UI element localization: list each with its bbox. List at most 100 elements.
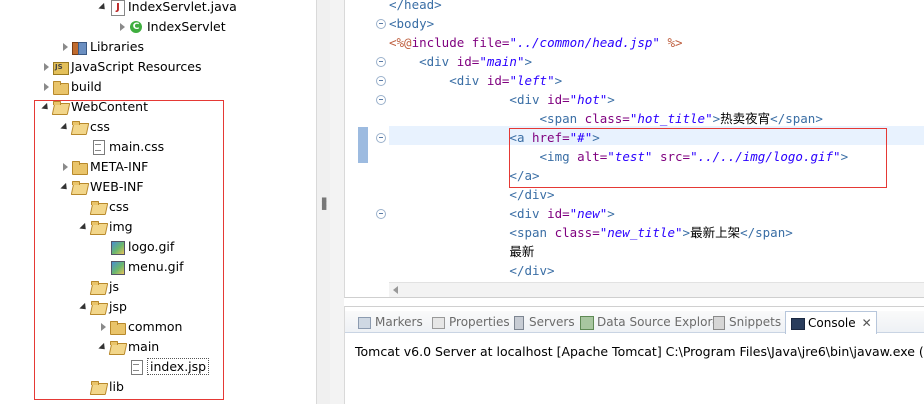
servers-icon	[511, 315, 525, 330]
code-line[interactable]: <div id="hot">	[389, 90, 615, 109]
code-token: class=	[584, 111, 630, 126]
change-marker	[358, 127, 368, 163]
code-token: >	[682, 225, 691, 240]
code-token: "hot_title"	[629, 111, 713, 126]
code-line[interactable]: <%@include file="../common/head.jsp" %>	[389, 33, 683, 52]
tree-item[interactable]: IndexServlet.java	[97, 0, 237, 17]
properties-icon	[431, 315, 445, 329]
tab-snippets[interactable]: Snippets	[711, 313, 781, 333]
tab-servers[interactable]: Servers	[511, 313, 575, 333]
library-icon	[71, 37, 87, 57]
code-token: >	[554, 73, 563, 88]
tab-label: Snippets	[729, 315, 782, 329]
tree-item[interactable]: build	[40, 77, 102, 97]
code-token: id=	[486, 73, 510, 88]
collapsed-twisty-icon[interactable]	[59, 37, 71, 57]
fold-toggle-icon[interactable]	[376, 19, 386, 29]
fold-toggle-icon[interactable]	[376, 133, 386, 143]
tab-label: Console	[808, 316, 856, 330]
code-token: <div	[449, 73, 487, 88]
tree-item-label: IndexServlet.java	[128, 0, 237, 14]
fold-toggle-icon[interactable]	[376, 95, 386, 105]
markers-icon	[357, 315, 371, 329]
tree-item[interactable]: IndexServlet	[116, 17, 226, 37]
collapsed-twisty-icon[interactable]	[116, 17, 128, 37]
tab-label: Properties	[449, 315, 510, 329]
code-token: <span	[539, 111, 585, 126]
tab-label: Markers	[375, 315, 423, 329]
folder-icon	[52, 77, 69, 97]
code-line[interactable]: 最新	[389, 242, 534, 261]
code-token: </div>	[509, 187, 555, 202]
view-tab-bar: Markers Properties Servers Data Source Expl…	[345, 311, 924, 334]
class-icon	[128, 17, 144, 37]
code-token: </div>	[509, 263, 555, 278]
horizontal-scrollbar[interactable]	[389, 282, 924, 297]
code-token: "left"	[509, 73, 555, 88]
expanded-twisty-icon[interactable]	[97, 0, 109, 17]
code-line[interactable]: <div id="new">	[389, 204, 614, 223]
code-token: "../common/head.jsp"	[509, 35, 660, 50]
code-token: "main"	[479, 54, 525, 69]
sash-grip-icon: ▪ ▪ ▪	[321, 195, 328, 213]
tab-console[interactable]: Console ✕	[785, 311, 877, 334]
fold-toggle-icon[interactable]	[376, 76, 386, 86]
tab-label: Data Source Explorer	[597, 315, 725, 329]
tree-item-label: build	[71, 79, 102, 94]
editor-ruler	[345, 0, 389, 282]
tree-item[interactable]: JavaScript Resources	[40, 57, 201, 77]
code-line[interactable]: <span class="new_title">最新上架</span>	[389, 223, 792, 242]
tab-label: Servers	[529, 315, 575, 329]
code-token: 最新	[389, 244, 535, 259]
view-gap	[330, 0, 344, 404]
collapsed-twisty-icon[interactable]	[40, 77, 52, 97]
code-line[interactable]: <div id="main">	[389, 52, 532, 71]
scroll-left-icon[interactable]	[393, 286, 398, 294]
tab-markers[interactable]: Markers	[357, 313, 423, 333]
source-editor[interactable]: </head> <body> <%@include file="../common/…	[344, 0, 924, 298]
close-icon[interactable]: ✕	[862, 312, 872, 334]
fold-toggle-icon[interactable]	[376, 209, 386, 219]
annotation-box-editor	[509, 128, 887, 188]
tab-data-source-explorer[interactable]: Data Source Explorer	[579, 313, 724, 333]
tree-item-label: Libraries	[90, 39, 144, 54]
console-view: Markers Properties Servers Data Source Expl…	[344, 306, 924, 404]
code-token: </span>	[770, 111, 823, 126]
code-token: <%@	[389, 35, 412, 50]
code-token: include	[411, 35, 472, 50]
code-token: id=	[456, 54, 480, 69]
code-token: "new"	[569, 206, 608, 221]
code-token: "hot"	[569, 92, 608, 107]
code-token: </head>	[389, 0, 442, 12]
code-line[interactable]: <div id="left">	[389, 71, 562, 90]
tree-item[interactable]: Libraries	[59, 37, 144, 57]
code-token: id=	[547, 92, 570, 107]
console-output-line: Tomcat v6.0 Server at localhost [Apache …	[355, 344, 924, 359]
code-token: >	[607, 92, 615, 107]
code-line[interactable]: </head>	[389, 0, 442, 14]
code-line[interactable]: </div>	[389, 261, 555, 280]
code-token: <div	[509, 206, 548, 221]
code-line[interactable]: <span class="hot_title">热卖夜宵</span>	[389, 109, 823, 128]
view-sash[interactable]: ▪ ▪ ▪	[316, 0, 330, 404]
code-line[interactable]: <body>	[389, 14, 434, 33]
code-token: class=	[554, 225, 600, 240]
collapsed-twisty-icon[interactable]	[40, 57, 52, 77]
data-source-icon	[579, 315, 594, 330]
console-icon	[790, 316, 805, 330]
project-explorer-tree[interactable]: IndexServlet.java IndexServletLibraries Ja…	[0, 0, 316, 404]
snippets-icon	[711, 315, 725, 330]
fold-toggle-icon[interactable]	[376, 57, 386, 67]
tab-properties[interactable]: Properties	[431, 313, 510, 333]
code-token: >	[524, 54, 533, 69]
code-token: <div	[419, 54, 457, 69]
tree-item-label: IndexServlet	[147, 19, 226, 34]
code-token: "new_title"	[599, 225, 683, 240]
